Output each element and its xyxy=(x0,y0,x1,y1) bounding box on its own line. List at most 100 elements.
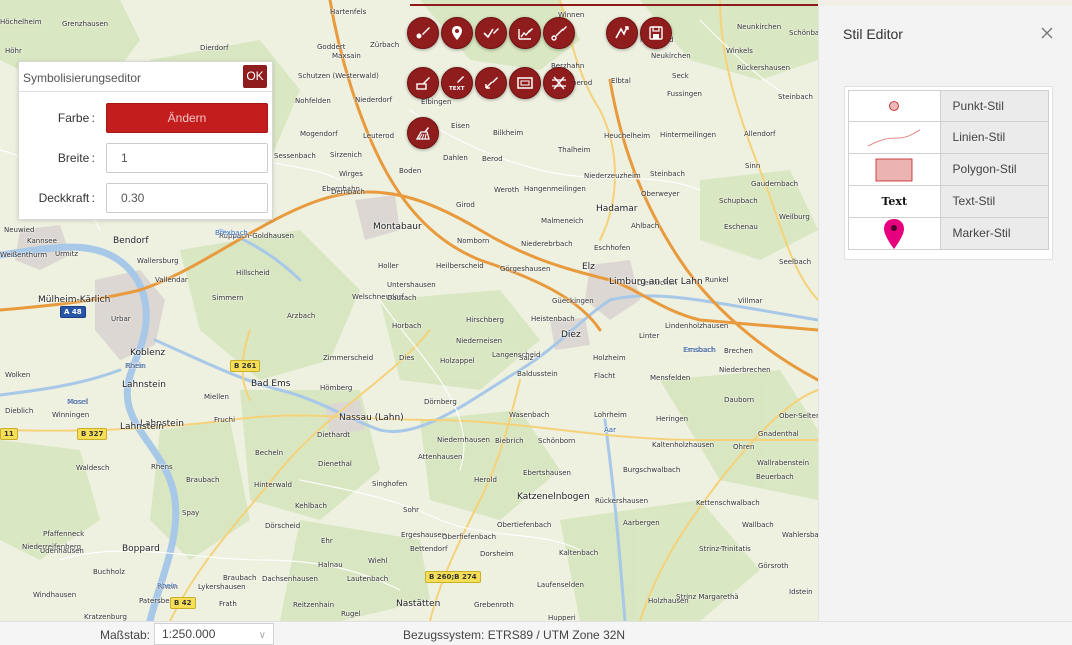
chevron-down-icon: ∨ xyxy=(258,630,266,641)
frame-button[interactable] xyxy=(509,67,541,99)
close-icon[interactable] xyxy=(1040,26,1054,40)
map-place-label: Herold xyxy=(474,476,497,484)
marker-style-label[interactable]: Marker-Stil xyxy=(940,218,1049,250)
road-shield: 11 xyxy=(0,428,18,440)
map-canvas[interactable]: Grenzhausen Hartenfels Winnen Neunkirchen Hö… xyxy=(0,0,818,621)
delete-feature-button[interactable] xyxy=(543,67,575,99)
map-place-label: Gnadenthal xyxy=(758,430,799,438)
map-place-label: Montabaur xyxy=(373,222,422,232)
eraser-icon xyxy=(416,77,430,90)
map-place-label: Diez xyxy=(561,330,581,340)
map-place-label: Halnau xyxy=(318,561,343,569)
map-place-label: Kratzenburg xyxy=(84,613,127,621)
point-style-preview[interactable] xyxy=(848,90,941,122)
map-place-label: Vallendar xyxy=(155,276,188,284)
map-place-label: Mensfelden xyxy=(650,374,691,382)
change-color-button[interactable]: Ändern xyxy=(106,103,268,133)
map-place-label: Niederneisen xyxy=(456,337,503,345)
text-style-label[interactable]: Text-Stil xyxy=(940,186,1049,218)
map-place-label: Weroth xyxy=(494,186,520,194)
symbol-editor-title: Symbolisierungseditor xyxy=(23,71,142,85)
draw-marker-button[interactable] xyxy=(441,17,473,49)
scale-select[interactable]: 1:250.000 ∨ xyxy=(154,623,274,645)
map-place-label: Fruchi xyxy=(214,416,236,424)
map-place-label: Lahnstein xyxy=(122,380,166,390)
map-place-label: Oberweyer xyxy=(641,190,680,198)
line-style-preview[interactable] xyxy=(848,122,941,154)
width-input[interactable]: 1 xyxy=(106,143,268,173)
map-place-label: Neunkirchen xyxy=(737,23,782,31)
style-row-marker[interactable]: Marker-Stil xyxy=(848,218,1049,250)
line-style-label[interactable]: Linien-Stil xyxy=(940,122,1049,154)
map-place-label: Hirschberg xyxy=(466,316,504,324)
map-place-label: Niederzeuzheim xyxy=(584,172,641,180)
opacity-input[interactable]: 0.30 xyxy=(106,183,268,213)
text-sample: Text xyxy=(881,195,908,208)
map-place-label: Wallbach xyxy=(742,521,774,529)
measure-line-button[interactable] xyxy=(543,17,575,49)
map-place-label: Horbach xyxy=(392,322,422,330)
map-place-label: Dörnberg xyxy=(424,398,457,406)
map-place-label: Arzbach xyxy=(287,312,316,320)
draw-area-button[interactable] xyxy=(509,17,541,49)
style-row-line[interactable]: Linien-Stil xyxy=(848,122,1049,154)
map-place-label: Baldusstein xyxy=(517,370,558,378)
polygon-style-preview[interactable] xyxy=(848,154,941,186)
clear-button[interactable] xyxy=(407,117,439,149)
save-button[interactable] xyxy=(640,17,672,49)
map-place-label: Weilburg xyxy=(779,213,810,221)
map-place-label: Dauborn xyxy=(724,396,755,404)
map-place-label: Lautenbach xyxy=(347,575,389,583)
map-place-label: Bendorf xyxy=(113,236,149,246)
save-icon xyxy=(649,26,663,40)
map-place-label: Höchelheim xyxy=(0,18,42,26)
redo-button[interactable] xyxy=(606,17,638,49)
select-button[interactable] xyxy=(475,67,507,99)
frame-icon xyxy=(517,77,533,89)
map-place-label: Rückershausen xyxy=(595,497,649,505)
ok-button[interactable]: OK xyxy=(243,65,267,88)
style-editor-title: Stil Editor xyxy=(843,26,903,42)
map-place-label: Lahnstein xyxy=(120,422,164,432)
map-place-label: Winningen xyxy=(52,411,90,419)
point-icon xyxy=(889,101,900,111)
map-place-label: Mogendorf xyxy=(300,130,338,138)
symbol-editor-header: Symbolisierungseditor OK xyxy=(19,62,272,92)
map-place-label: Wiehl xyxy=(368,557,388,565)
map-place-label: Neuwied xyxy=(4,226,35,234)
style-editor-panel: Stil Editor Punkt-Stil Linien-Stil Polyg… xyxy=(818,6,1072,621)
map-place-label: Schupbach xyxy=(719,197,758,205)
draw-point-button[interactable] xyxy=(407,17,439,49)
scale-label: Maßstab: xyxy=(100,628,151,642)
style-row-point[interactable]: Punkt-Stil xyxy=(848,90,1049,122)
marker-style-preview[interactable] xyxy=(848,218,941,250)
map-place-label: Maxsain xyxy=(332,52,361,60)
map-place-label: Untershausen xyxy=(387,281,436,289)
map-place-label: Heilberscheid xyxy=(436,262,484,270)
style-row-text[interactable]: Text Text-Stil xyxy=(848,186,1049,218)
map-place-label: Nassau (Lahn) xyxy=(339,413,404,423)
map-place-label: Leuterod xyxy=(363,132,395,140)
redo-icon xyxy=(615,26,629,39)
map-place-label: Seelbach xyxy=(779,258,812,266)
map-place-label: Waldesch xyxy=(76,464,110,472)
style-row-polygon[interactable]: Polygon-Stil xyxy=(848,154,1049,186)
draw-line-button[interactable] xyxy=(475,17,507,49)
draw-text-button[interactable]: TEXT xyxy=(441,67,473,99)
map-place-label: Kettenschwalbach xyxy=(696,499,760,507)
map-water-label: Aar xyxy=(604,426,616,434)
map-place-label: Berod xyxy=(482,155,503,163)
point-style-label[interactable]: Punkt-Stil xyxy=(940,90,1049,122)
map-place-label: Strinz-Trinitatis xyxy=(699,545,751,553)
map-place-label: Wallrabenstein xyxy=(757,459,810,467)
erase-button[interactable] xyxy=(407,67,439,99)
map-place-label: Grebenroth xyxy=(474,601,514,609)
road-shield: B 261 xyxy=(230,360,261,372)
map-place-label: Holler xyxy=(378,262,399,270)
map-place-label: Sirzenich xyxy=(330,151,362,159)
map-place-label: Ergeshausen xyxy=(401,531,447,539)
map-place-label: Dies xyxy=(399,354,415,362)
map-place-label: Wirges xyxy=(339,170,363,178)
text-style-preview[interactable]: Text xyxy=(848,186,941,218)
polygon-style-label[interactable]: Polygon-Stil xyxy=(940,154,1049,186)
